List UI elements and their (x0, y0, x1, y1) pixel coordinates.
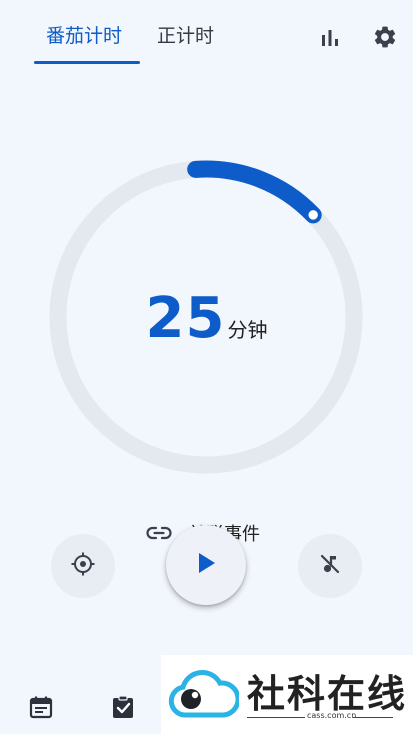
play-icon (195, 551, 217, 579)
music-toggle-button[interactable] (298, 534, 362, 598)
cloud-logo-icon (167, 665, 241, 727)
music-off-icon (318, 552, 342, 580)
focus-mode-button[interactable] (51, 534, 115, 598)
gps-target-icon (70, 551, 96, 581)
timer-unit-label: 分钟 (227, 318, 268, 342)
ring-drag-handle (304, 206, 322, 224)
ring-progress-arc (187, 160, 322, 224)
watermark-divider-right (353, 717, 393, 718)
time-readout: 25 分钟 (0, 286, 413, 351)
link-icon (146, 522, 172, 544)
watermark-banner: 社科在线 cass.com.cn (161, 655, 413, 734)
watermark-divider-left (247, 717, 305, 718)
timer-minutes-value: 25 (145, 286, 226, 351)
task-check-icon[interactable] (110, 694, 136, 720)
start-timer-button[interactable] (166, 525, 246, 605)
timer-area: 25 分钟 (0, 0, 413, 734)
calendar-icon[interactable] (28, 694, 54, 720)
watermark-title: 社科在线 (247, 671, 408, 716)
watermark-url: cass.com.cn (307, 711, 357, 720)
